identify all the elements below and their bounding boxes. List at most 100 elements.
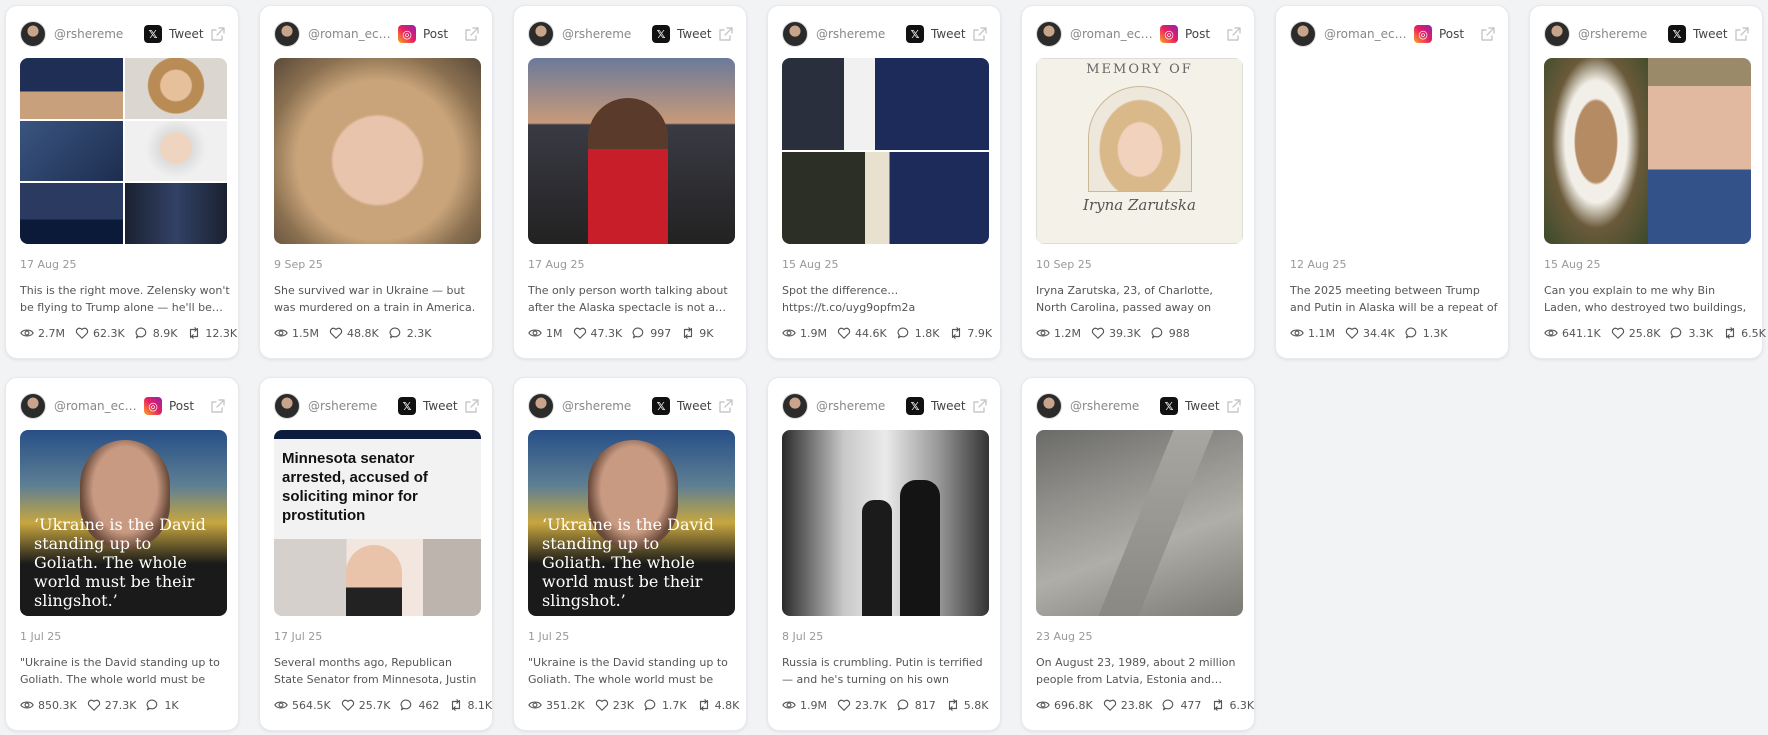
x-logo-icon: 𝕏 bbox=[906, 397, 924, 415]
avatar[interactable] bbox=[274, 393, 300, 419]
avatar[interactable] bbox=[528, 21, 554, 47]
repost-icon bbox=[1723, 326, 1737, 340]
eye-icon bbox=[1544, 326, 1558, 340]
eye-icon bbox=[528, 698, 542, 712]
heart-icon bbox=[1103, 698, 1117, 712]
memorial-name: Iryna Zarutska bbox=[1083, 196, 1196, 214]
post-image[interactable] bbox=[1544, 58, 1751, 244]
author-handle[interactable]: @rshereme bbox=[562, 399, 650, 413]
likes-count: 39.3K bbox=[1108, 326, 1141, 340]
instagram-logo-icon: ◎ bbox=[1160, 25, 1178, 43]
views-metric: 2.7M bbox=[20, 326, 65, 340]
external-link-icon[interactable] bbox=[718, 26, 734, 42]
author-handle[interactable]: @roman_eco… bbox=[1324, 27, 1412, 41]
post-card[interactable]: @rshereme 𝕏 Tweet 15 Aug 25 Can you explain … bbox=[1529, 5, 1766, 359]
comments-metric: 477 bbox=[1162, 698, 1201, 712]
comments-metric: 8.9K bbox=[135, 326, 178, 340]
avatar[interactable] bbox=[1036, 393, 1062, 419]
author-handle[interactable]: @rshereme bbox=[562, 27, 650, 41]
external-link-icon[interactable] bbox=[1226, 26, 1242, 42]
post-card[interactable]: @rshereme 𝕏 Tweet ‘Ukraine is the David sta… bbox=[513, 377, 747, 731]
post-image[interactable] bbox=[1036, 430, 1243, 616]
post-image[interactable] bbox=[528, 58, 735, 244]
memorial-title: MEMORY OF bbox=[1086, 62, 1193, 77]
likes-metric: 62.3K bbox=[75, 326, 125, 340]
external-link-icon[interactable] bbox=[210, 26, 226, 42]
post-date: 12 Aug 25 bbox=[1290, 258, 1347, 271]
author-handle[interactable]: @roman_eco… bbox=[308, 27, 396, 41]
external-link-icon[interactable] bbox=[464, 26, 480, 42]
heart-icon bbox=[1611, 326, 1625, 340]
comments-metric: 1K bbox=[146, 698, 179, 712]
avatar[interactable] bbox=[1544, 21, 1570, 47]
external-link-icon[interactable] bbox=[972, 398, 988, 414]
post-image[interactable] bbox=[274, 58, 481, 244]
avatar[interactable] bbox=[20, 21, 46, 47]
external-link-icon[interactable] bbox=[464, 398, 480, 414]
avatar[interactable] bbox=[528, 393, 554, 419]
card-header: @rshereme 𝕏 Tweet bbox=[274, 392, 480, 420]
author-handle[interactable]: @rshereme bbox=[816, 27, 904, 41]
x-logo-icon: 𝕏 bbox=[652, 25, 670, 43]
author-handle[interactable]: @roman_eco… bbox=[54, 399, 142, 413]
external-link-icon[interactable] bbox=[972, 26, 988, 42]
post-card[interactable]: @roman_eco… ◎ Post 9 Sep 25 She survived war… bbox=[259, 5, 493, 359]
author-handle[interactable]: @rshereme bbox=[54, 27, 142, 41]
author-handle[interactable]: @roman_eco… bbox=[1070, 27, 1158, 41]
post-image[interactable]: ‘Ukraine is the David standing up to Gol… bbox=[20, 430, 227, 616]
reposts-count: 9K bbox=[699, 326, 714, 340]
post-card[interactable]: @rshereme 𝕏 Tweet 8 Jul 25 Russia is crumbli… bbox=[767, 377, 1001, 731]
avatar[interactable] bbox=[1290, 21, 1316, 47]
post-card[interactable]: @rshereme 𝕏 Tweet 15 Aug 25 Spot the differe… bbox=[767, 5, 1001, 359]
post-date: 17 Jul 25 bbox=[274, 630, 323, 643]
post-card[interactable]: @rshereme 𝕏 Tweet 23 Aug 25 On August 23, 19… bbox=[1021, 377, 1255, 731]
post-card[interactable]: @rshereme 𝕏 Tweet 17 Aug 25 The only person … bbox=[513, 5, 747, 359]
avatar[interactable] bbox=[20, 393, 46, 419]
comments-count: 8.9K bbox=[152, 326, 178, 340]
post-card[interactable]: @roman_eco… ◎ Post 12 Aug 25 The 2025 meetin… bbox=[1275, 5, 1509, 359]
external-link-icon[interactable] bbox=[210, 398, 226, 414]
eye-icon bbox=[782, 698, 796, 712]
external-link-icon[interactable] bbox=[1480, 26, 1496, 42]
x-logo-icon: 𝕏 bbox=[144, 25, 162, 43]
comments-count: 2.3K bbox=[406, 326, 432, 340]
likes-count: 25.8K bbox=[1628, 326, 1661, 340]
post-image[interactable]: ‘Ukraine is the David standing up to Gol… bbox=[528, 430, 735, 616]
post-image[interactable]: Minnesota senator arrested, accused of s… bbox=[274, 430, 481, 616]
post-card[interactable]: @rshereme 𝕏 Tweet Minnesota senator arreste… bbox=[259, 377, 493, 731]
comment-icon bbox=[1405, 326, 1419, 340]
author-handle[interactable]: @rshereme bbox=[1070, 399, 1158, 413]
views-metric: 1M bbox=[528, 326, 563, 340]
avatar[interactable] bbox=[274, 21, 300, 47]
views-metric: 1.2M bbox=[1036, 326, 1081, 340]
post-metrics: 641.1K 25.8K 3.3K 6.5K bbox=[1544, 326, 1766, 340]
post-image[interactable] bbox=[20, 58, 227, 244]
heart-icon bbox=[75, 326, 89, 340]
card-header: @roman_eco… ◎ Post bbox=[20, 392, 226, 420]
comment-icon bbox=[632, 326, 646, 340]
post-card[interactable]: @roman_eco… ◎ Post MEMORY OF Iryna Zarutska 1… bbox=[1021, 5, 1255, 359]
post-image[interactable] bbox=[782, 430, 989, 616]
post-card[interactable]: @roman_eco… ◎ Post ‘Ukraine is the David st… bbox=[5, 377, 239, 731]
post-image[interactable]: MEMORY OF Iryna Zarutska bbox=[1036, 58, 1243, 244]
reposts-metric: 9K bbox=[681, 326, 713, 340]
author-handle[interactable]: @rshereme bbox=[816, 399, 904, 413]
author-handle[interactable]: @rshereme bbox=[1578, 27, 1666, 41]
post-image[interactable] bbox=[782, 58, 989, 244]
external-link-icon[interactable] bbox=[1734, 26, 1750, 42]
avatar[interactable] bbox=[782, 393, 808, 419]
post-card[interactable]: @rshereme 𝕏 Tweet 17 Aug 25 This is the righ… bbox=[5, 5, 239, 359]
views-metric: 564.5K bbox=[274, 698, 331, 712]
card-header: @rshereme 𝕏 Tweet bbox=[20, 20, 226, 48]
post-date: 17 Aug 25 bbox=[528, 258, 585, 271]
reposts-metric: 12.3K bbox=[187, 326, 237, 340]
repost-icon bbox=[697, 698, 711, 712]
post-image[interactable] bbox=[1290, 58, 1497, 244]
external-link-icon[interactable] bbox=[718, 398, 734, 414]
comments-count: 1.8K bbox=[914, 326, 940, 340]
author-handle[interactable]: @rshereme bbox=[308, 399, 396, 413]
avatar[interactable] bbox=[782, 21, 808, 47]
avatar[interactable] bbox=[1036, 21, 1062, 47]
external-link-icon[interactable] bbox=[1226, 398, 1242, 414]
views-metric: 641.1K bbox=[1544, 326, 1601, 340]
